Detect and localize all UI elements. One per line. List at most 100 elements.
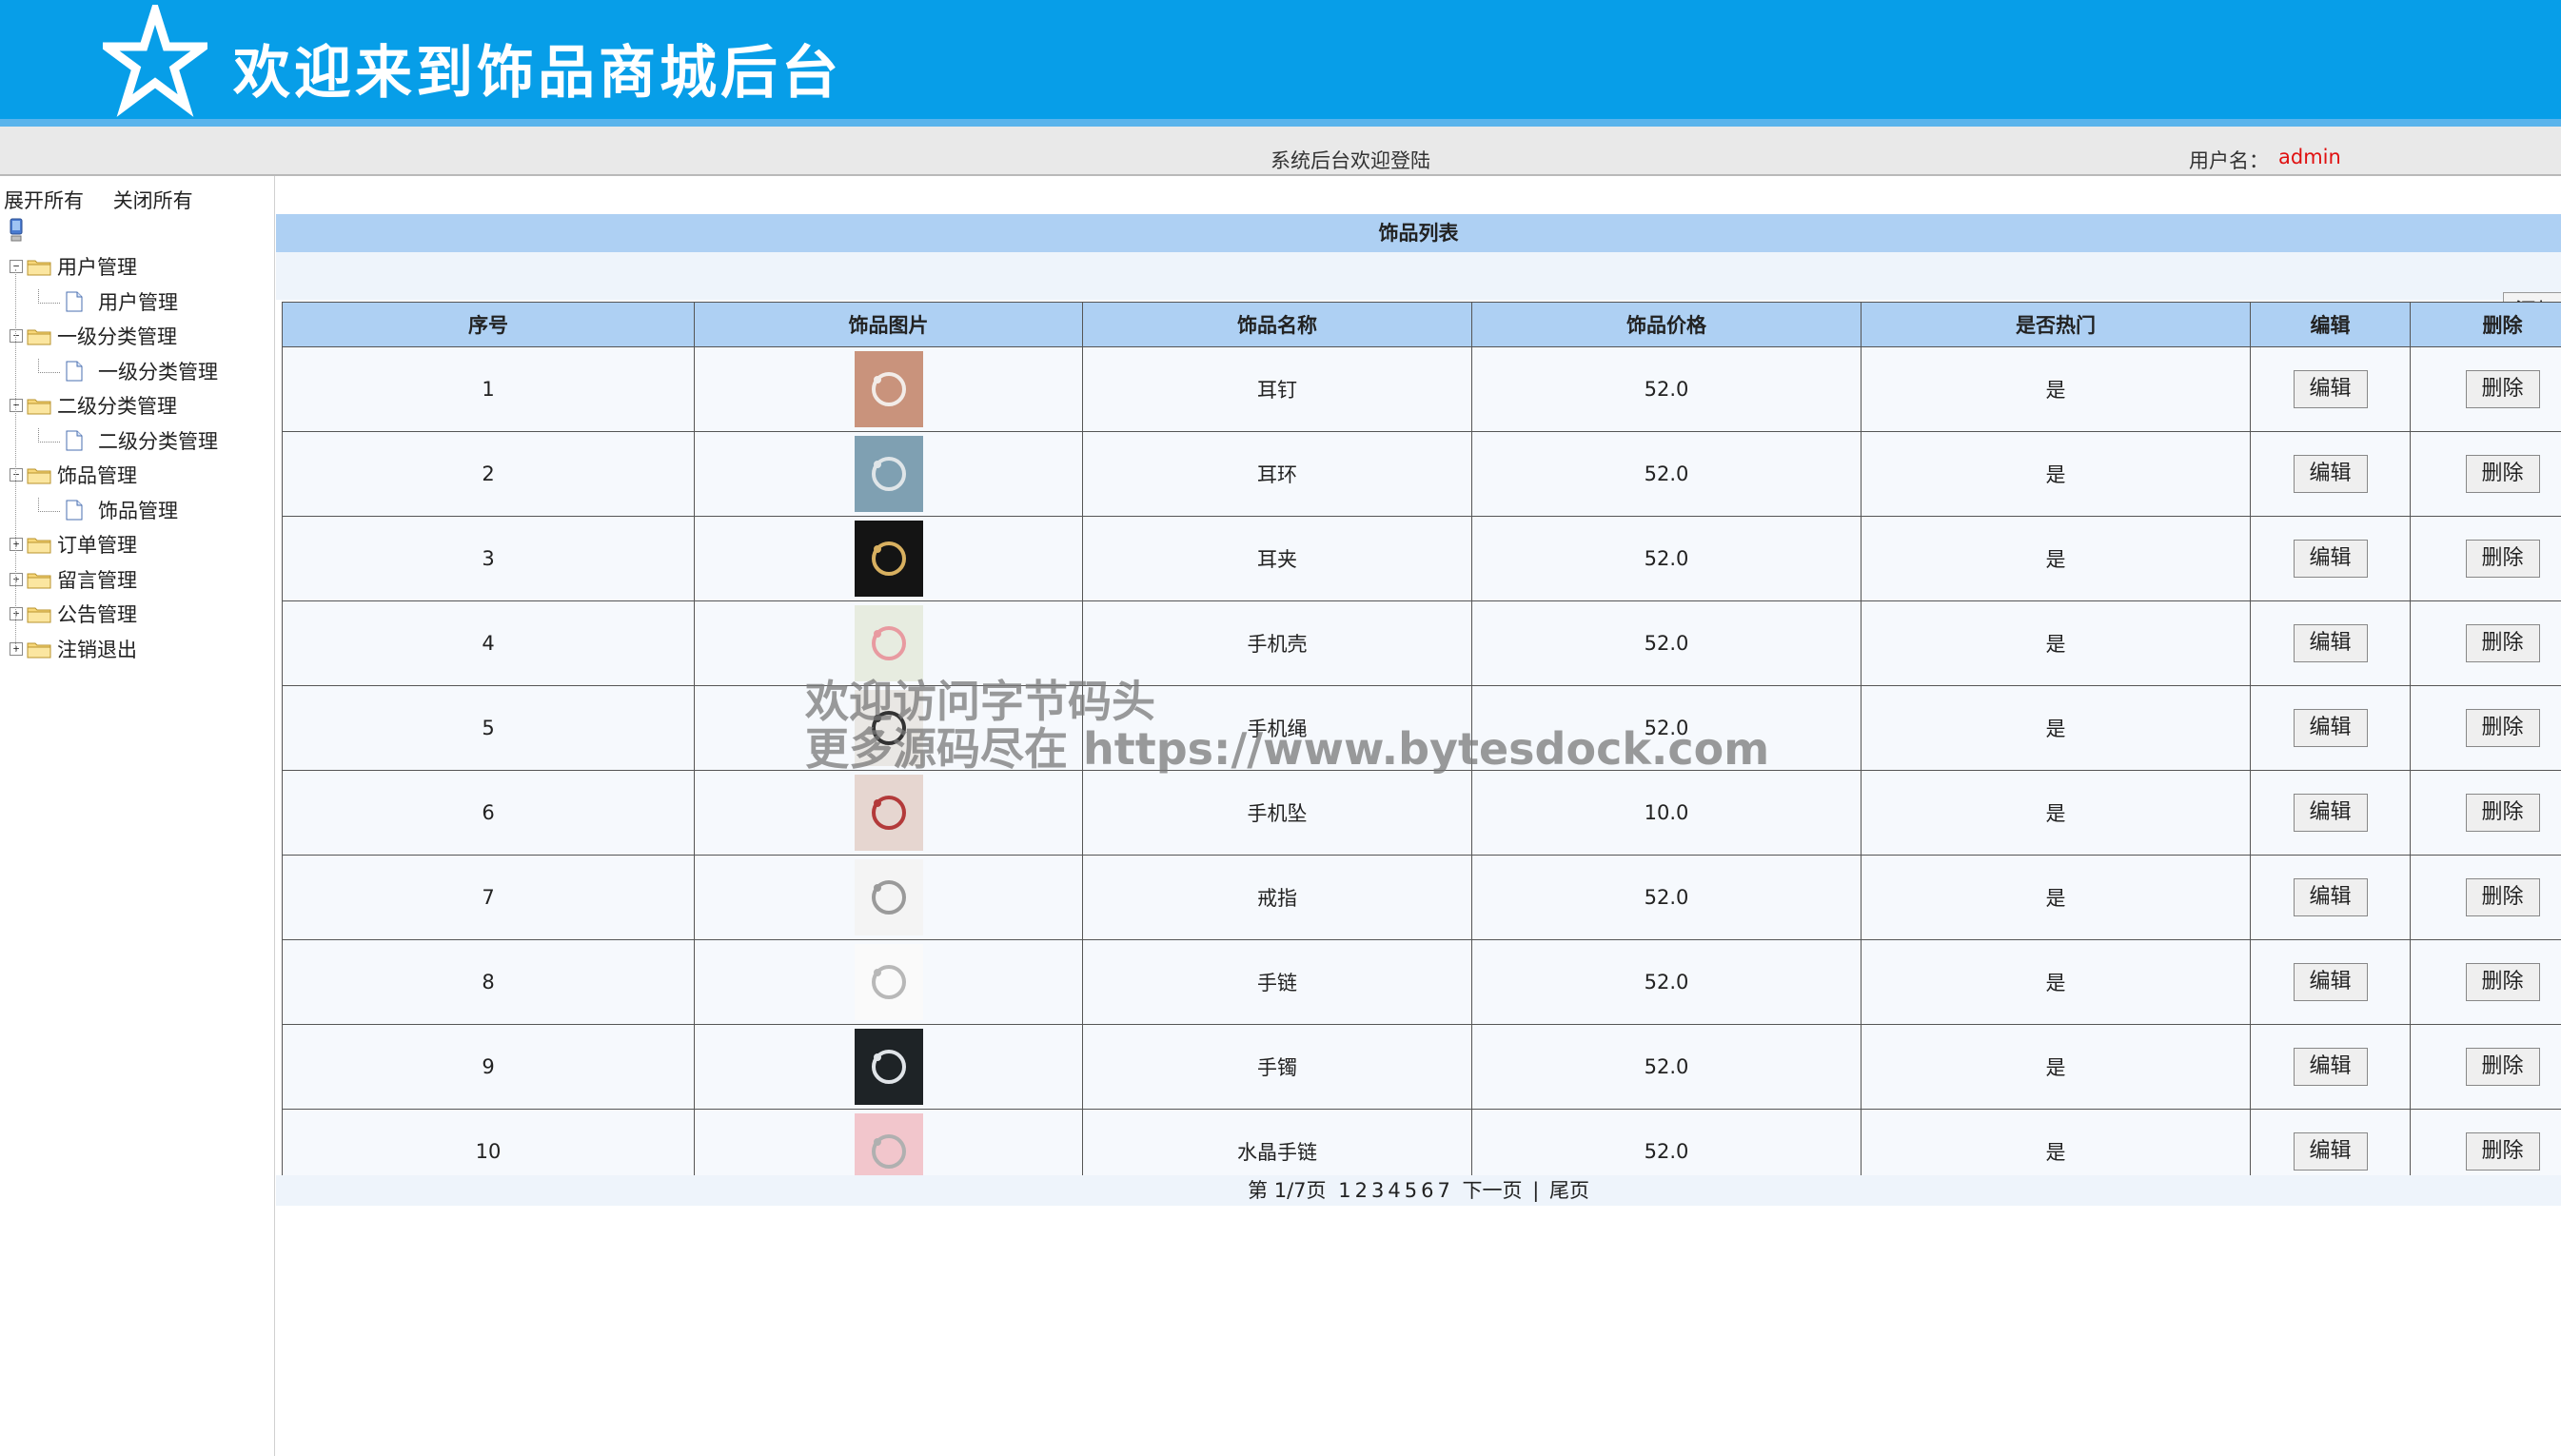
delete-button[interactable]: 删除: [2465, 370, 2540, 408]
edit-button[interactable]: 编辑: [2293, 1048, 2368, 1086]
table-row: 7 戒指 52.0 是 编辑 删除: [282, 855, 2561, 940]
product-thumbnail: [854, 605, 923, 681]
delete-button[interactable]: 删除: [2465, 624, 2540, 662]
collapse-toggle-icon[interactable]: −: [10, 329, 23, 343]
tree-node[interactable]: + 公告管理: [10, 600, 137, 628]
pager-next-link[interactable]: 下一页: [1463, 1179, 1523, 1202]
tree-node[interactable]: − 二级分类管理: [10, 391, 177, 420]
tree-node[interactable]: − 饰品管理: [10, 461, 137, 489]
expand-toggle-icon[interactable]: +: [10, 607, 23, 620]
product-thumbnail: [854, 944, 923, 1020]
expand-all-link[interactable]: 展开所有: [4, 189, 84, 212]
delete-button[interactable]: 删除: [2465, 878, 2540, 916]
edit-button[interactable]: 编辑: [2293, 455, 2368, 493]
pager-page-link[interactable]: 5: [1405, 1179, 1417, 1202]
pager-status: 第 1/7页: [1248, 1179, 1327, 1202]
product-thumbnail: [854, 436, 923, 512]
cell-no: 6: [282, 770, 695, 856]
cell-hot: 是: [1861, 600, 2251, 686]
delete-button[interactable]: 删除: [2465, 1048, 2540, 1086]
delete-button[interactable]: 删除: [2465, 963, 2540, 1001]
tree-controls: 展开所有 关闭所有: [4, 186, 216, 214]
cell-edit: 编辑: [2250, 685, 2411, 771]
edit-button[interactable]: 编辑: [2293, 963, 2368, 1001]
cell-hot: 是: [1861, 1024, 2251, 1110]
pager-page-link[interactable]: 4: [1388, 1179, 1400, 1202]
col-header-hot: 是否热门: [1861, 302, 2251, 347]
collapse-toggle-icon[interactable]: −: [10, 399, 23, 412]
tree-node-label: 公告管理: [57, 603, 137, 626]
tree-leaf[interactable]: 饰品管理: [38, 496, 178, 524]
delete-button[interactable]: 删除: [2465, 540, 2540, 578]
tree-leaf-label: 二级分类管理: [98, 429, 218, 453]
col-header-price: 饰品价格: [1471, 302, 1862, 347]
cell-edit: 编辑: [2250, 855, 2411, 940]
cell-delete: 删除: [2410, 855, 2561, 940]
table-row: 4 手机壳 52.0 是 编辑 删除: [282, 600, 2561, 686]
pager-page-link[interactable]: 7: [1437, 1179, 1449, 1202]
expand-toggle-icon[interactable]: +: [10, 572, 23, 586]
delete-button[interactable]: 删除: [2465, 455, 2540, 493]
edit-button[interactable]: 编辑: [2293, 1132, 2368, 1171]
tree-node[interactable]: − 一级分类管理: [10, 322, 177, 350]
col-header-name: 饰品名称: [1082, 302, 1472, 347]
tree-leaf[interactable]: 用户管理: [38, 287, 178, 316]
watermark-line-1: 欢迎访问字节码头: [805, 676, 1155, 727]
col-header-no: 序号: [282, 302, 695, 347]
pager-separator: |: [1532, 1179, 1540, 1202]
folder-icon: [27, 329, 51, 345]
table-row: 2 耳环 52.0 是 编辑 删除: [282, 431, 2561, 517]
sidebar: 展开所有 关闭所有 − 用户管理用户管理 − 一级分类管理一级分类管理 − 二级分类管理二…: [0, 176, 275, 1456]
tree-node[interactable]: + 订单管理: [10, 530, 137, 559]
tree-node[interactable]: + 留言管理: [10, 565, 137, 594]
tree-node[interactable]: − 用户管理: [10, 252, 137, 281]
expand-toggle-icon[interactable]: +: [10, 641, 23, 656]
table-row: 9 手镯 52.0 是 编辑 删除: [282, 1024, 2561, 1110]
folder-icon: [27, 607, 51, 623]
product-thumbnail: [854, 1029, 923, 1105]
cell-price: 52.0: [1471, 1024, 1862, 1110]
folder-icon: [27, 260, 51, 276]
top-banner: 欢迎来到饰品商城后台: [0, 0, 2561, 119]
cell-edit: 编辑: [2250, 770, 2411, 856]
star-logo-icon: [103, 5, 207, 117]
status-bar: 系统后台欢迎登陆 用户名： admin: [0, 127, 2561, 176]
pager-last-link[interactable]: 尾页: [1549, 1179, 1589, 1202]
col-header-image: 饰品图片: [694, 302, 1083, 347]
pager-page-link[interactable]: 2: [1355, 1179, 1368, 1202]
computer-root-icon: [10, 218, 23, 242]
cell-delete: 删除: [2410, 516, 2561, 601]
cell-no: 8: [282, 939, 695, 1025]
edit-button[interactable]: 编辑: [2293, 878, 2368, 916]
tree-node[interactable]: + 注销退出: [10, 635, 137, 663]
edit-button[interactable]: 编辑: [2293, 370, 2368, 408]
tree-leaf[interactable]: 二级分类管理: [38, 426, 218, 455]
cell-hot: 是: [1861, 346, 2251, 432]
edit-button[interactable]: 编辑: [2293, 794, 2368, 832]
edit-button[interactable]: 编辑: [2293, 540, 2368, 578]
cell-image: [694, 431, 1083, 517]
cell-hot: 是: [1861, 685, 2251, 771]
edit-button[interactable]: 编辑: [2293, 624, 2368, 662]
pager-page-link[interactable]: 3: [1371, 1179, 1384, 1202]
cell-hot: 是: [1861, 431, 2251, 517]
expand-toggle-icon[interactable]: +: [10, 538, 23, 551]
pager-page-link[interactable]: 6: [1421, 1179, 1433, 1202]
tree-leaf[interactable]: 一级分类管理: [38, 357, 218, 385]
cell-name: 耳环: [1082, 431, 1472, 517]
cell-delete: 删除: [2410, 346, 2561, 432]
cell-delete: 删除: [2410, 770, 2561, 856]
welcome-text: 系统后台欢迎登陆: [1271, 149, 1430, 172]
cell-price: 52.0: [1471, 431, 1862, 517]
collapse-toggle-icon[interactable]: −: [10, 468, 23, 482]
collapse-toggle-icon[interactable]: −: [10, 260, 23, 273]
page-icon: [66, 361, 83, 381]
delete-button[interactable]: 删除: [2465, 1132, 2540, 1171]
delete-button[interactable]: 删除: [2465, 794, 2540, 832]
edit-button[interactable]: 编辑: [2293, 709, 2368, 747]
tree-branch-line: [38, 289, 60, 304]
cell-no: 7: [282, 855, 695, 940]
collapse-all-link[interactable]: 关闭所有: [113, 189, 193, 212]
delete-button[interactable]: 删除: [2465, 709, 2540, 747]
pager-page-link[interactable]: 1: [1338, 1179, 1350, 1202]
